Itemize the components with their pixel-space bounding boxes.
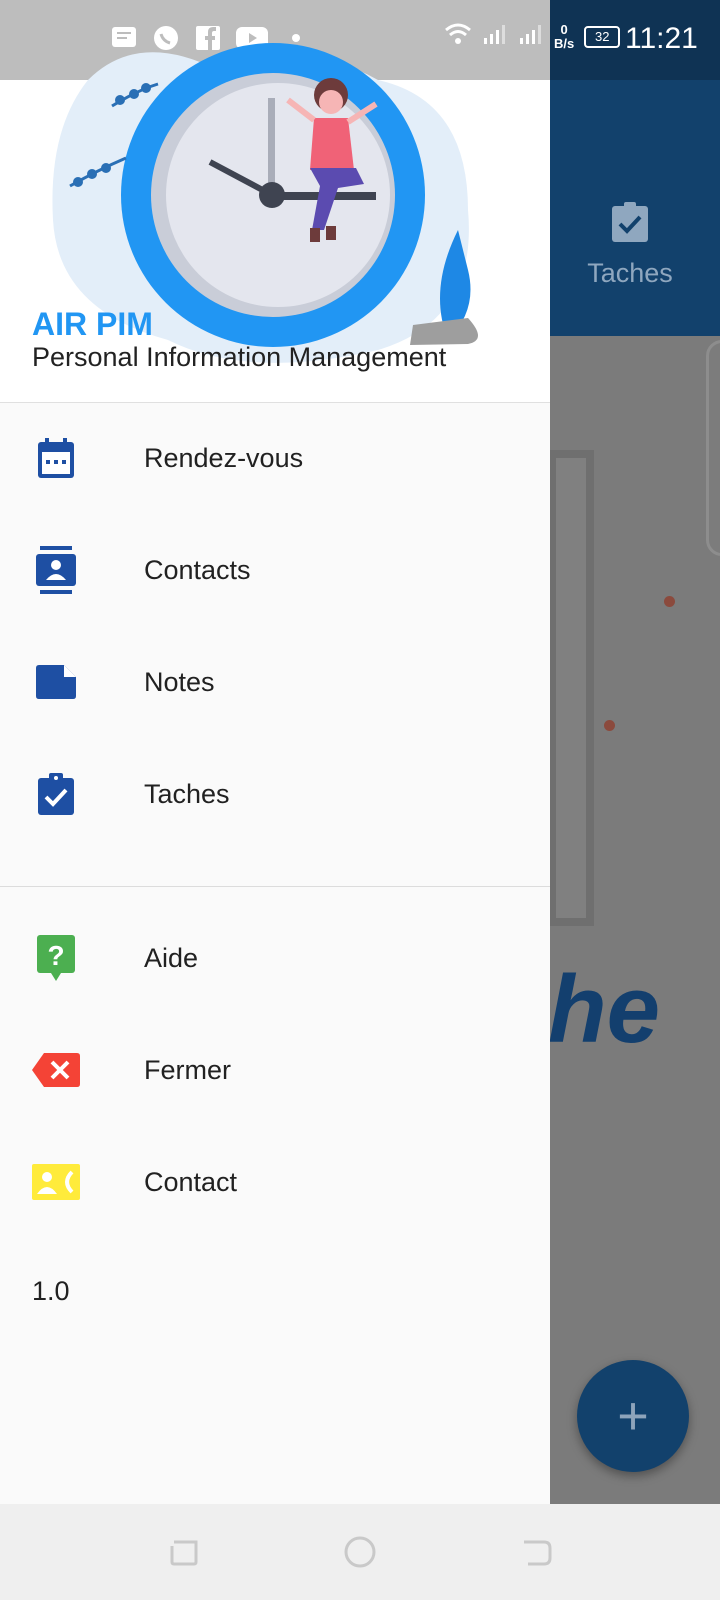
menu-item-label: Taches: [144, 778, 230, 809]
signal-icon: [518, 22, 544, 51]
menu-item-rendez-vous[interactable]: Rendez-vous: [0, 402, 550, 514]
background-card: [548, 450, 594, 926]
calendar-icon: [32, 434, 80, 482]
navigation-drawer: AIR PIM Personal Information Management …: [0, 43, 550, 1504]
status-time: 11:21: [625, 22, 698, 55]
menu-item-label: Fermer: [144, 1054, 231, 1085]
menu-item-label: Aide: [144, 942, 199, 973]
app-version: 1.0: [32, 1276, 70, 1306]
background-partial-text: he: [548, 956, 661, 1063]
network-speed: 0 B/s: [554, 21, 575, 51]
svg-text:?: ?: [47, 940, 64, 971]
drawer-header: AIR PIM Personal Information Management: [0, 43, 550, 403]
background-handle: [706, 340, 720, 556]
menu-item-contacts[interactable]: Contacts: [0, 514, 550, 626]
menu-item-aide[interactable]: ? Aide: [0, 902, 550, 1014]
network-speed-unit: B/s: [554, 35, 575, 51]
add-button[interactable]: +: [577, 1360, 689, 1472]
note-icon: [32, 658, 80, 706]
back-icon[interactable]: [518, 1534, 554, 1570]
menu-item-taches[interactable]: Taches: [0, 738, 550, 850]
divider: [0, 886, 550, 887]
app-name: AIR PIM: [32, 306, 153, 342]
close-icon: [32, 1046, 80, 1094]
menu-item-label: Rendez-vous: [144, 442, 304, 473]
task-icon: [612, 202, 648, 242]
menu-item-label: Contact: [144, 1166, 238, 1197]
menu-item-label: Contacts: [144, 554, 251, 585]
battery-indicator: 32: [584, 25, 621, 48]
tab-label: Taches: [587, 258, 673, 288]
background-dot: [664, 596, 675, 607]
network-speed-value: 0: [560, 21, 568, 37]
app-subtitle: Personal Information Management: [32, 342, 447, 372]
menu-item-fermer[interactable]: Fermer: [0, 1014, 550, 1126]
help-icon: ?: [32, 934, 80, 982]
contacts-icon: [32, 546, 80, 594]
menu-item-notes[interactable]: Notes: [0, 626, 550, 738]
task-icon: [32, 770, 80, 818]
home-icon[interactable]: [342, 1534, 378, 1570]
background-dot: [604, 720, 615, 731]
contact-phone-icon: [32, 1158, 80, 1206]
menu-item-label: Notes: [144, 666, 215, 697]
system-nav-bar: [0, 1504, 720, 1600]
recent-apps-icon[interactable]: [166, 1534, 202, 1570]
tab-taches[interactable]: Taches: [560, 200, 700, 289]
menu-item-contact[interactable]: Contact: [0, 1126, 550, 1238]
